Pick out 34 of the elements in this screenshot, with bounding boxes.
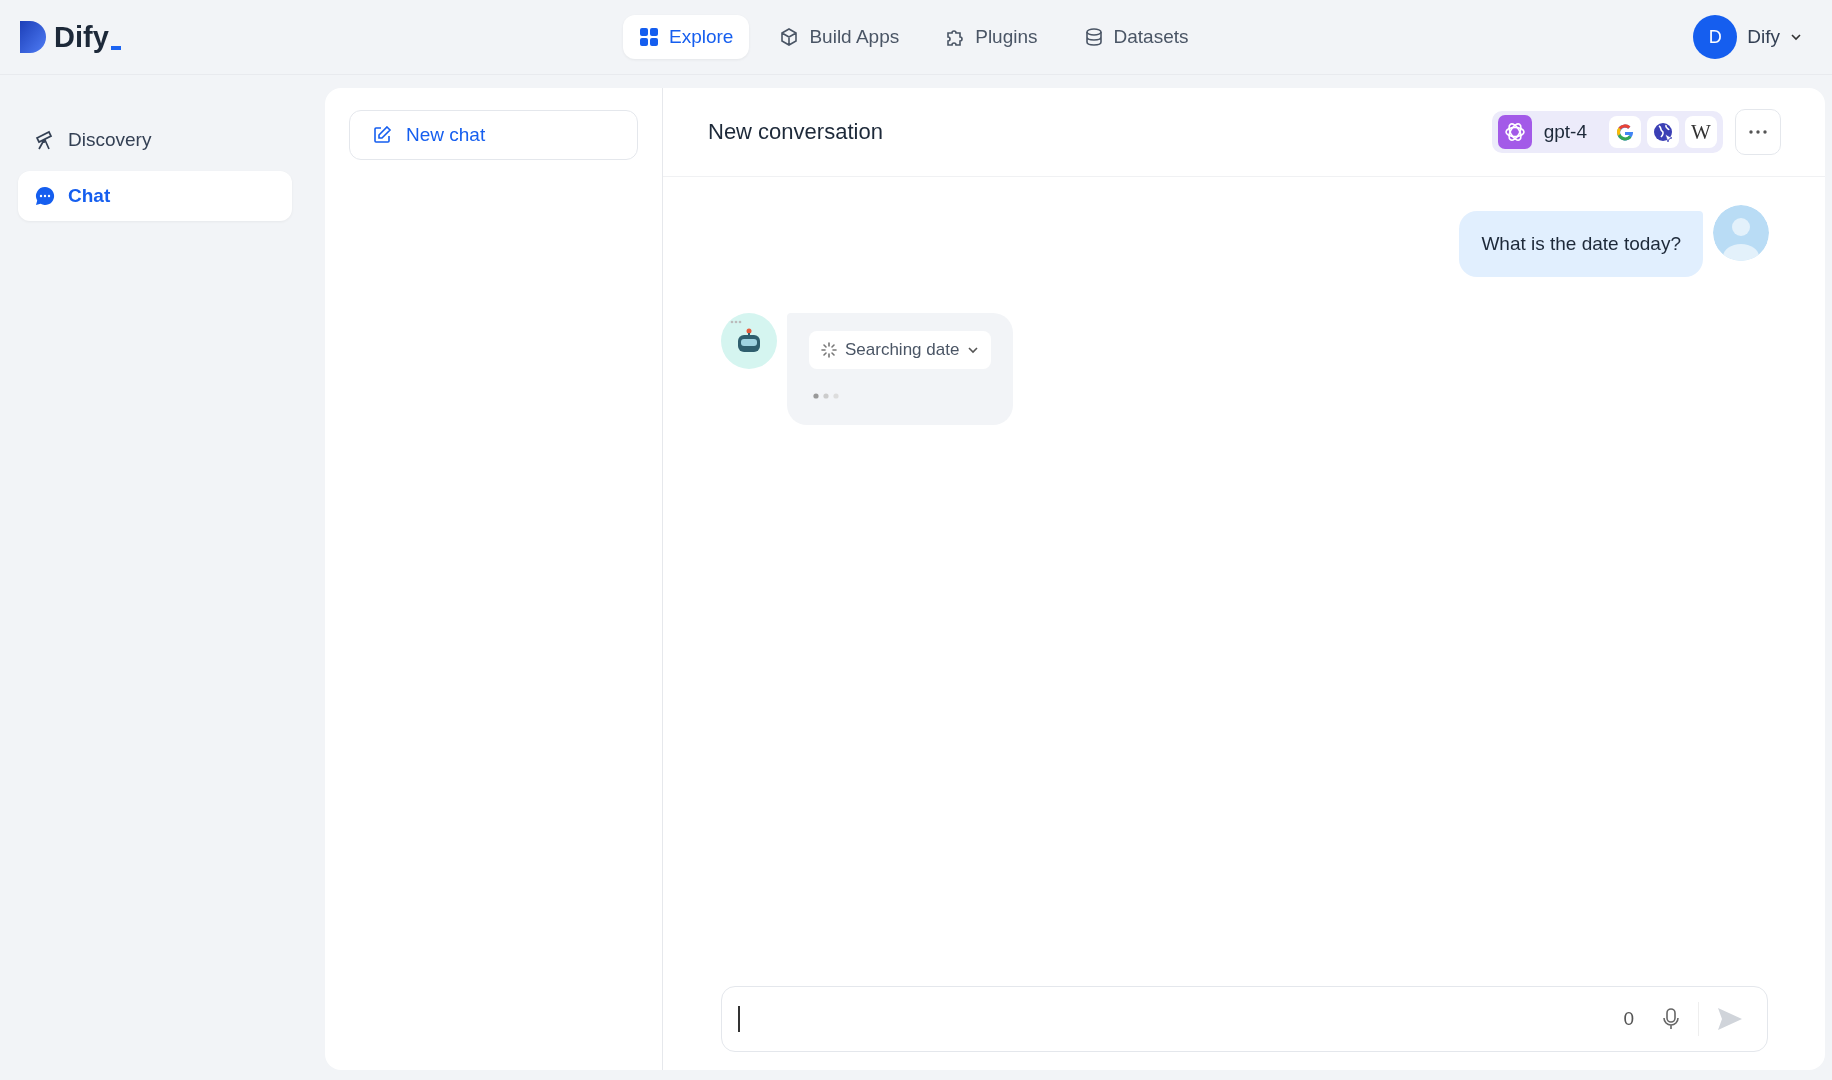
model-selector[interactable]: gpt-4 W [1491, 111, 1723, 153]
cube-icon [779, 27, 800, 47]
grid-icon [639, 27, 659, 47]
user-name[interactable]: Dify [1747, 26, 1780, 48]
tool-call-button[interactable]: Searching date [809, 331, 992, 369]
sidebar-item[interactable]: Discovery [18, 115, 292, 165]
nav-tab[interactable]: Datasets [1067, 15, 1205, 59]
new-chat-button[interactable]: New chat [349, 110, 638, 160]
globe-tool-icon [1647, 116, 1679, 148]
character-count: 0 [1623, 1008, 1634, 1030]
model-logo-icon [1497, 115, 1532, 149]
nav-tab[interactable]: Plugins [929, 15, 1054, 59]
wiki-tool-label: W [1685, 116, 1717, 148]
nav-tab[interactable]: Build Apps [763, 15, 916, 59]
sidebar-item[interactable]: Chat [18, 171, 292, 221]
more-icon [1749, 130, 1767, 134]
puzzle-icon [945, 27, 966, 47]
chevron-down-icon[interactable] [1790, 31, 1802, 43]
logo-icon [20, 21, 46, 53]
edit-icon [372, 125, 392, 145]
cursor-mark [110, 46, 121, 50]
google-tool-icon [1609, 116, 1641, 148]
conversation-title: New conversation [708, 119, 883, 145]
chat-icon [34, 185, 56, 207]
nav-tab[interactable]: Explore [623, 15, 750, 59]
logo-text: Dify [54, 21, 109, 53]
robot-avatar-icon [721, 313, 777, 369]
user-avatar-icon [1713, 205, 1769, 261]
microphone-icon[interactable] [1662, 1008, 1680, 1030]
chevron-down-icon [967, 344, 980, 356]
user-message: What is the date today? [1459, 211, 1703, 277]
database-icon [1083, 27, 1104, 47]
user-avatar[interactable]: D [1693, 15, 1738, 59]
message-input-field[interactable]: 0 [721, 986, 1768, 1052]
